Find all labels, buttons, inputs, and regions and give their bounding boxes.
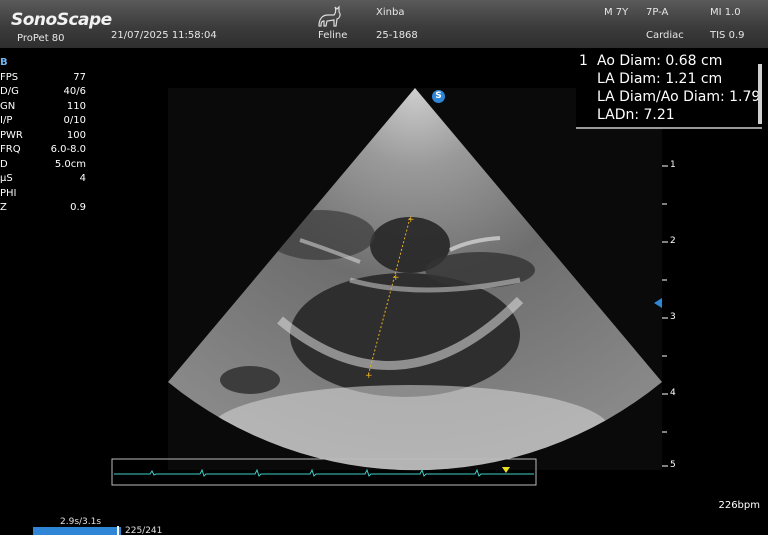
measurement-scrollbar[interactable] (758, 64, 762, 124)
cine-frame-count: 225/241 (125, 526, 163, 535)
caliper-marker: + (407, 215, 415, 225)
ladn-result: LADn: 7.21 (597, 107, 675, 123)
depth-label: 4 (670, 388, 676, 398)
depth-ticks (662, 127, 668, 467)
depth-label: 5 (670, 460, 676, 470)
depth-label: 3 (670, 312, 676, 322)
ao-diam-result: Ao Diam: 0.68 cm (597, 53, 723, 69)
la-diam-result: LA Diam: 1.21 cm (597, 71, 723, 87)
caliper-marker: + (392, 273, 400, 283)
depth-label: 1 (670, 160, 676, 170)
cine-progress-bar[interactable] (33, 527, 121, 535)
caliper-marker: + (365, 371, 373, 381)
depth-label: 2 (670, 236, 676, 246)
measurement-panel: 1 Ao Diam: 0.68 cm LA Diam: 1.21 cm LA D… (576, 51, 762, 129)
measurement-index: 1 (579, 53, 588, 69)
ecg-trace (114, 468, 534, 477)
focus-marker-icon[interactable] (654, 298, 662, 308)
ultrasound-screen: SonoScape ProPet 80 21/07/2025 11:58:04 … (0, 0, 768, 535)
cine-time: 2.9s/3.1s (60, 517, 102, 527)
la-ao-ratio-result: LA Diam/Ao Diam: 1.79 (597, 89, 761, 105)
orientation-marker-icon: S (432, 90, 445, 103)
heart-rate: 226bpm (718, 500, 760, 511)
cine-scrubber[interactable] (117, 526, 119, 535)
